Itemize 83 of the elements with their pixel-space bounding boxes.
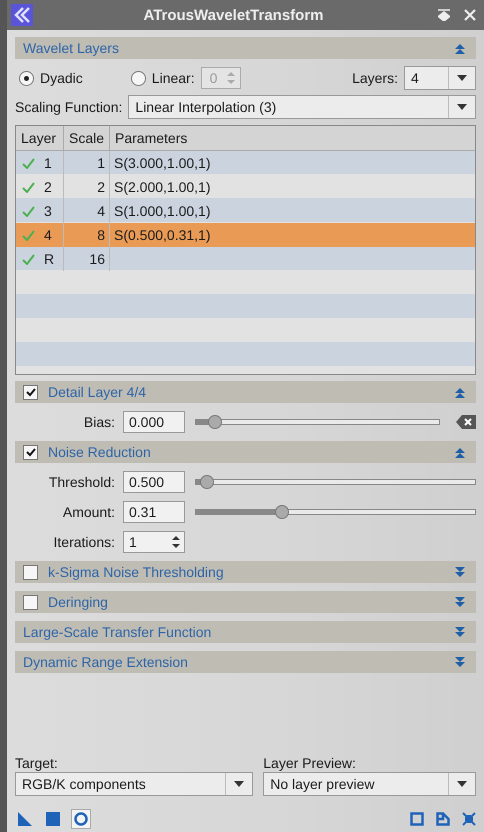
table-cell: 2: [97, 179, 105, 195]
checkbox[interactable]: [23, 594, 38, 610]
radio-button[interactable]: [130, 70, 146, 86]
dropdown-arrow-icon[interactable]: [234, 781, 244, 787]
scaling-function-label: Scaling Function:: [15, 99, 122, 115]
new-instance-icon[interactable]: [410, 812, 424, 826]
triangle-tool-button[interactable]: [15, 809, 35, 829]
table-row[interactable]: 2 2 S(2.000,1.00,1): [16, 175, 475, 199]
radio-button[interactable]: [19, 70, 34, 86]
section-title: k-Sigma Noise Thresholding: [48, 564, 224, 580]
iterations-label: Iterations:: [52, 534, 115, 550]
column-header[interactable]: Scale: [64, 126, 110, 150]
spin-arrows-icon[interactable]: [171, 534, 181, 550]
slider-thumb[interactable]: [200, 475, 214, 489]
dropdown-arrow-icon[interactable]: [457, 104, 467, 110]
scaling-function-dropdown[interactable]: Linear Interpolation (3): [128, 95, 476, 119]
section-title: Noise Reduction: [48, 444, 151, 460]
section-toggle-icon[interactable]: [454, 626, 466, 638]
section-title: Wavelet Layers: [23, 40, 119, 56]
collapse-icon[interactable]: [462, 812, 476, 826]
slider-thumb[interactable]: [275, 505, 290, 519]
section-toggle-icon[interactable]: [454, 566, 466, 578]
check-icon[interactable]: [22, 182, 35, 192]
square-tool-button[interactable]: [43, 809, 63, 829]
layer-preview-label: Layer Preview:: [263, 754, 357, 772]
table-row[interactable]: R 16: [16, 247, 475, 271]
table-row[interactable]: 4 8 S(0.500,0.31,1): [16, 223, 475, 247]
table-cell: S(2.000,1.00,1): [114, 179, 211, 195]
check-icon[interactable]: [22, 158, 35, 168]
bias-label: Bias:: [82, 414, 115, 430]
table-cell: 1: [44, 155, 52, 171]
check-icon[interactable]: [22, 206, 35, 216]
shade-icon[interactable]: [438, 9, 450, 21]
layers-label: Layers:: [352, 70, 398, 86]
dropdown-arrow-icon[interactable]: [457, 781, 467, 787]
circle-tool-button[interactable]: [71, 809, 91, 829]
window-title: ATrousWaveletTransform: [142, 6, 325, 24]
target-label: Target:: [15, 754, 59, 772]
table-cell: 4: [44, 227, 52, 243]
bias-field[interactable]: 0.000: [123, 411, 185, 433]
threshold-field[interactable]: 0.500: [123, 471, 185, 493]
radio-label: Dyadic: [40, 70, 83, 86]
section-title: Detail Layer 4/4: [48, 384, 146, 400]
checkbox[interactable]: [23, 444, 38, 460]
close-icon[interactable]: [464, 9, 476, 21]
check-icon[interactable]: [22, 230, 35, 240]
table-cell: S(3.000,1.00,1): [114, 155, 211, 171]
amount-field[interactable]: 0.31: [123, 501, 185, 523]
table-cell: 3: [44, 203, 52, 219]
dropdown-arrow-icon[interactable]: [457, 75, 467, 81]
column-header[interactable]: Parameters: [110, 126, 475, 150]
table-cell: 8: [97, 227, 105, 243]
clear-icon[interactable]: [456, 415, 476, 429]
checkbox[interactable]: [23, 564, 38, 580]
layers-dropdown[interactable]: 4: [404, 66, 476, 90]
section-toggle-icon[interactable]: [454, 596, 466, 608]
radio-label: Linear:: [152, 70, 195, 86]
app-icon: [11, 4, 33, 26]
target-dropdown[interactable]: RGB/K components: [15, 772, 254, 796]
table-cell: 4: [97, 203, 105, 219]
section-toggle-icon[interactable]: [454, 42, 466, 54]
page-icon[interactable]: [436, 812, 450, 826]
layer-preview-dropdown[interactable]: No layer preview: [263, 772, 476, 796]
table-cell: 1: [97, 155, 105, 171]
section-toggle-icon[interactable]: [454, 386, 466, 398]
section-title: Dynamic Range Extension: [23, 654, 188, 670]
section-toggle-icon[interactable]: [454, 656, 466, 668]
table-cell: 16: [89, 251, 105, 267]
slider-thumb[interactable]: [208, 415, 222, 429]
table-cell: R: [44, 251, 54, 267]
column-header[interactable]: Layer: [16, 126, 64, 150]
iterations-spin-field[interactable]: 1: [123, 531, 185, 553]
check-icon[interactable]: [22, 254, 35, 264]
table-cell: S(0.500,0.31,1): [114, 227, 211, 243]
table-cell: S(1.000,1.00,1): [114, 203, 211, 219]
section-toggle-icon[interactable]: [454, 446, 466, 458]
threshold-label: Threshold:: [48, 474, 115, 490]
amount-label: Amount:: [62, 504, 115, 520]
table-row[interactable]: 1 1 S(3.000,1.00,1): [16, 151, 475, 175]
section-title: Deringing: [48, 594, 108, 610]
table-cell: 2: [44, 179, 52, 195]
section-title: Large-Scale Transfer Function: [23, 624, 212, 640]
checkbox[interactable]: [23, 384, 38, 400]
